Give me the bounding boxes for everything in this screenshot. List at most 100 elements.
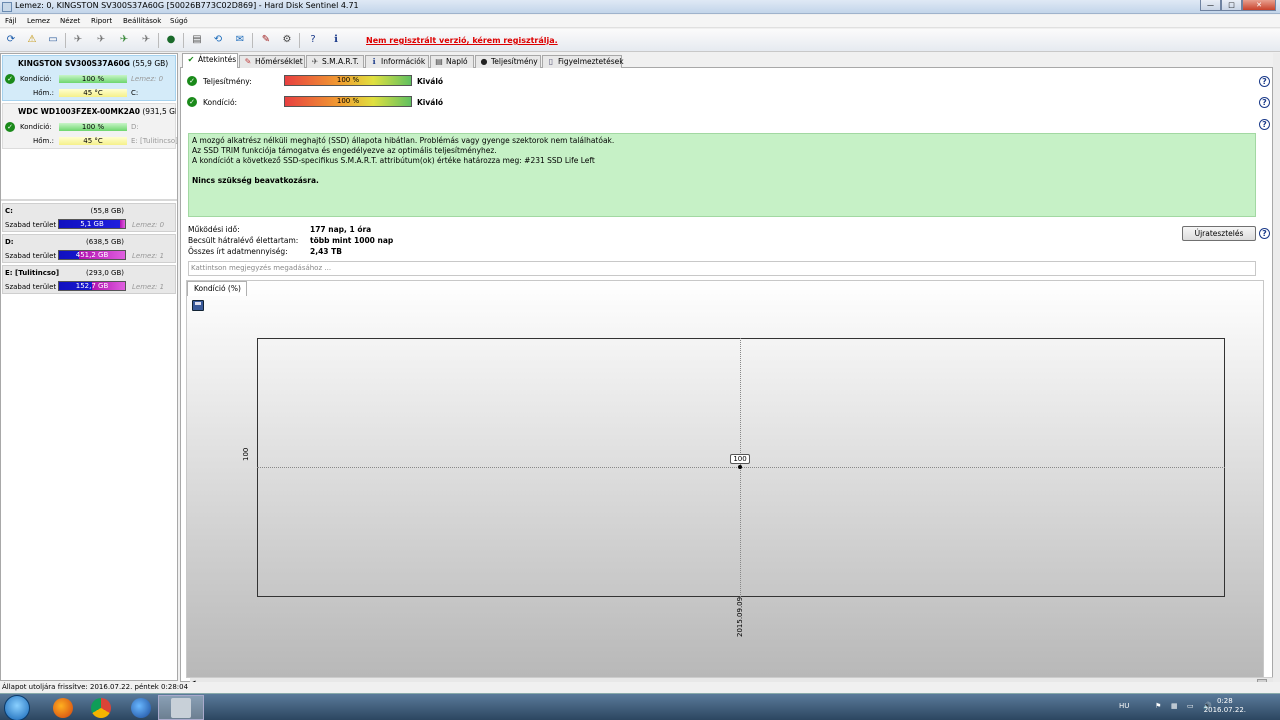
retest-button[interactable]: Újratesztelés (1182, 226, 1256, 241)
help-icon[interactable]: ? (1259, 76, 1270, 87)
health-label: Kondíció: (203, 98, 238, 107)
clock[interactable]: 0:28 2016.07.22. (1204, 697, 1246, 715)
volume-item-c[interactable]: C: (55,8 GB) Szabad terület 5,1 GB Lemez… (2, 203, 176, 232)
volume-disk: Lemez: 1 (132, 283, 165, 291)
divider (1, 199, 177, 201)
flag-icon[interactable]: ⚑ (1155, 702, 1161, 710)
volume-disk: Lemez: 0 (132, 221, 165, 229)
taskbar-hdsentinel[interactable] (158, 695, 204, 720)
volume-size: (638,5 GB) (86, 238, 124, 246)
app-icon[interactable] (2, 2, 12, 12)
health-label: Kondíció: (20, 75, 52, 83)
vertical-scrollbar[interactable] (1273, 53, 1280, 682)
log-icon: ▤ (435, 57, 443, 66)
settings-icon[interactable]: ⚙ (279, 32, 295, 48)
health-label: Kondíció: (20, 123, 52, 131)
report-icon[interactable]: ▤ (189, 32, 205, 48)
disk-name: KINGSTON SV300S37A60G (18, 59, 130, 68)
uptime-value: 177 nap, 1 óra (310, 225, 372, 234)
smart-icon-2[interactable]: ✈ (93, 32, 109, 48)
uptime-label: Működési idő: (188, 225, 240, 234)
smart-icon-1[interactable]: ✈ (70, 32, 86, 48)
benchmark-icon[interactable]: ✎ (258, 32, 274, 48)
close-button[interactable]: ✕ (1242, 0, 1276, 11)
help-icon[interactable]: ? (1259, 97, 1270, 108)
chart-tab-health[interactable]: Kondíció (%) (187, 281, 247, 296)
drive-letter: C: (131, 89, 139, 97)
disk-list-panel: KINGSTON SV300S37A60G (55,9 GB) ✓ Kondíc… (0, 53, 178, 681)
menu-file[interactable]: Fájl (5, 17, 17, 25)
save-icon[interactable] (192, 300, 204, 311)
refresh-icon[interactable]: ⟳ (3, 32, 19, 48)
disk-size: (55,9 GB) (132, 59, 169, 68)
send-icon[interactable]: ✉ (232, 32, 248, 48)
menu-bar: Fájl Lemez Nézet Riport Beállítások Súgó (0, 15, 1280, 28)
x-tick-label: 2015.09.09 (736, 596, 744, 637)
volume-item-e[interactable]: E: [Tulitincso] (293,0 GB) Szabad terüle… (2, 265, 176, 294)
tab-smart[interactable]: ✈ S.M.A.R.T. (306, 55, 364, 69)
ok-icon: ✓ (5, 122, 15, 132)
volume-size: (293,0 GB) (86, 269, 124, 277)
tab-alerts[interactable]: ▯ Figyelmeztetések (542, 55, 624, 69)
firefox-icon (53, 697, 73, 718)
free-space-value: 451,2 GB (75, 251, 109, 259)
start-button[interactable] (4, 695, 30, 720)
volume-name: C: (5, 207, 13, 215)
check-icon: ✔ (187, 55, 195, 64)
smart-icon-3[interactable]: ✈ (116, 32, 132, 48)
maximize-button[interactable]: □ (1221, 0, 1242, 11)
menu-view[interactable]: Nézet (60, 17, 80, 25)
free-space-value: 5,1 GB (80, 220, 104, 228)
disk-item-wdc[interactable]: WDC WD1003FZEX-00MK2A0 (931,5 GB) Le ✓ K… (2, 103, 178, 149)
warning-icon[interactable]: ⚠ (24, 32, 40, 48)
sync-icon[interactable]: ⟲ (210, 32, 226, 48)
window-title: Lemez: 0, KINGSTON SV300S37A60G [50026B7… (15, 1, 359, 10)
disk-icon[interactable]: ▭ (45, 32, 61, 48)
status-bar: Állapot utoljára frissítve: 2016.07.22. … (0, 682, 1280, 693)
free-space-value: 152,7 GB (75, 282, 109, 290)
chart-area: Kondíció (%) 100 100 2015.09.09 ◂ (186, 280, 1275, 688)
tab-strip: ✔ Áttekintés ✎ Hőmérséklet ✈ S.M.A.R.T. ℹ In… (180, 53, 1273, 69)
message-recommendation: Nincs szükség beavatkozásra. (192, 176, 319, 185)
chrome-icon (91, 697, 111, 718)
tab-label: S.M.A.R.T. (322, 57, 359, 66)
smart-icon: ✈ (311, 57, 319, 66)
lifetime-value: több mint 1000 nap (310, 236, 394, 245)
tab-label: Információk (381, 57, 426, 66)
menu-help[interactable]: Súgó (170, 17, 188, 25)
tab-overview[interactable]: ✔ Áttekintés (182, 53, 238, 69)
network-icon[interactable]: ▭ (1187, 702, 1194, 710)
free-space-bar: 5,1 GB (58, 219, 126, 229)
tab-log[interactable]: ▤ Napló (430, 55, 474, 69)
windows-icon[interactable]: ▦ (1171, 702, 1178, 710)
volume-item-d[interactable]: D: (638,5 GB) Szabad terület 451,2 GB Le… (2, 234, 176, 263)
tab-information[interactable]: ℹ Információk (365, 55, 429, 69)
disk-size: (931,5 GB) (142, 107, 176, 116)
disk-item-kingston[interactable]: KINGSTON SV300S37A60G (55,9 GB) ✓ Kondíc… (2, 55, 176, 101)
tab-temperature[interactable]: ✎ Hőmérséklet (239, 55, 305, 69)
notes-input[interactable]: Kattintson megjegyzés megadásához ... (188, 261, 1256, 276)
minimize-button[interactable]: — (1200, 0, 1221, 11)
smart-icon-4[interactable]: ✈ (138, 32, 154, 48)
info-icon[interactable]: ℹ (328, 32, 344, 48)
globe-icon[interactable]: ● (163, 32, 179, 48)
menu-settings[interactable]: Beállítások (123, 17, 161, 25)
tab-label: Napló (446, 57, 468, 66)
help-icon[interactable]: ? (1259, 228, 1270, 239)
main-area: ✔ Áttekintés ✎ Hőmérséklet ✈ S.M.A.R.T. ℹ In… (180, 53, 1275, 688)
ok-icon: ✓ (187, 97, 197, 107)
temp-bar: 45 °C (59, 89, 127, 97)
ok-icon: ✓ (5, 74, 15, 84)
lifetime-label: Becsült hátralévő élettartam: (188, 236, 299, 245)
menu-report[interactable]: Riport (91, 17, 112, 25)
volume-name: D: (5, 238, 14, 246)
hdsentinel-icon (171, 697, 191, 718)
menu-disk[interactable]: Lemez (27, 17, 50, 25)
title-bar: Lemez: 0, KINGSTON SV300S37A60G [50026B7… (0, 0, 1280, 14)
help-icon[interactable]: ? (305, 32, 321, 48)
tab-performance[interactable]: ● Teljesítmény (475, 55, 541, 69)
alert-doc-icon: ▯ (548, 57, 554, 66)
help-icon[interactable]: ? (1259, 119, 1270, 130)
register-link[interactable]: Nem regisztrált verzió, kérem regisztrál… (366, 36, 558, 45)
language-indicator[interactable]: HU (1119, 702, 1129, 710)
